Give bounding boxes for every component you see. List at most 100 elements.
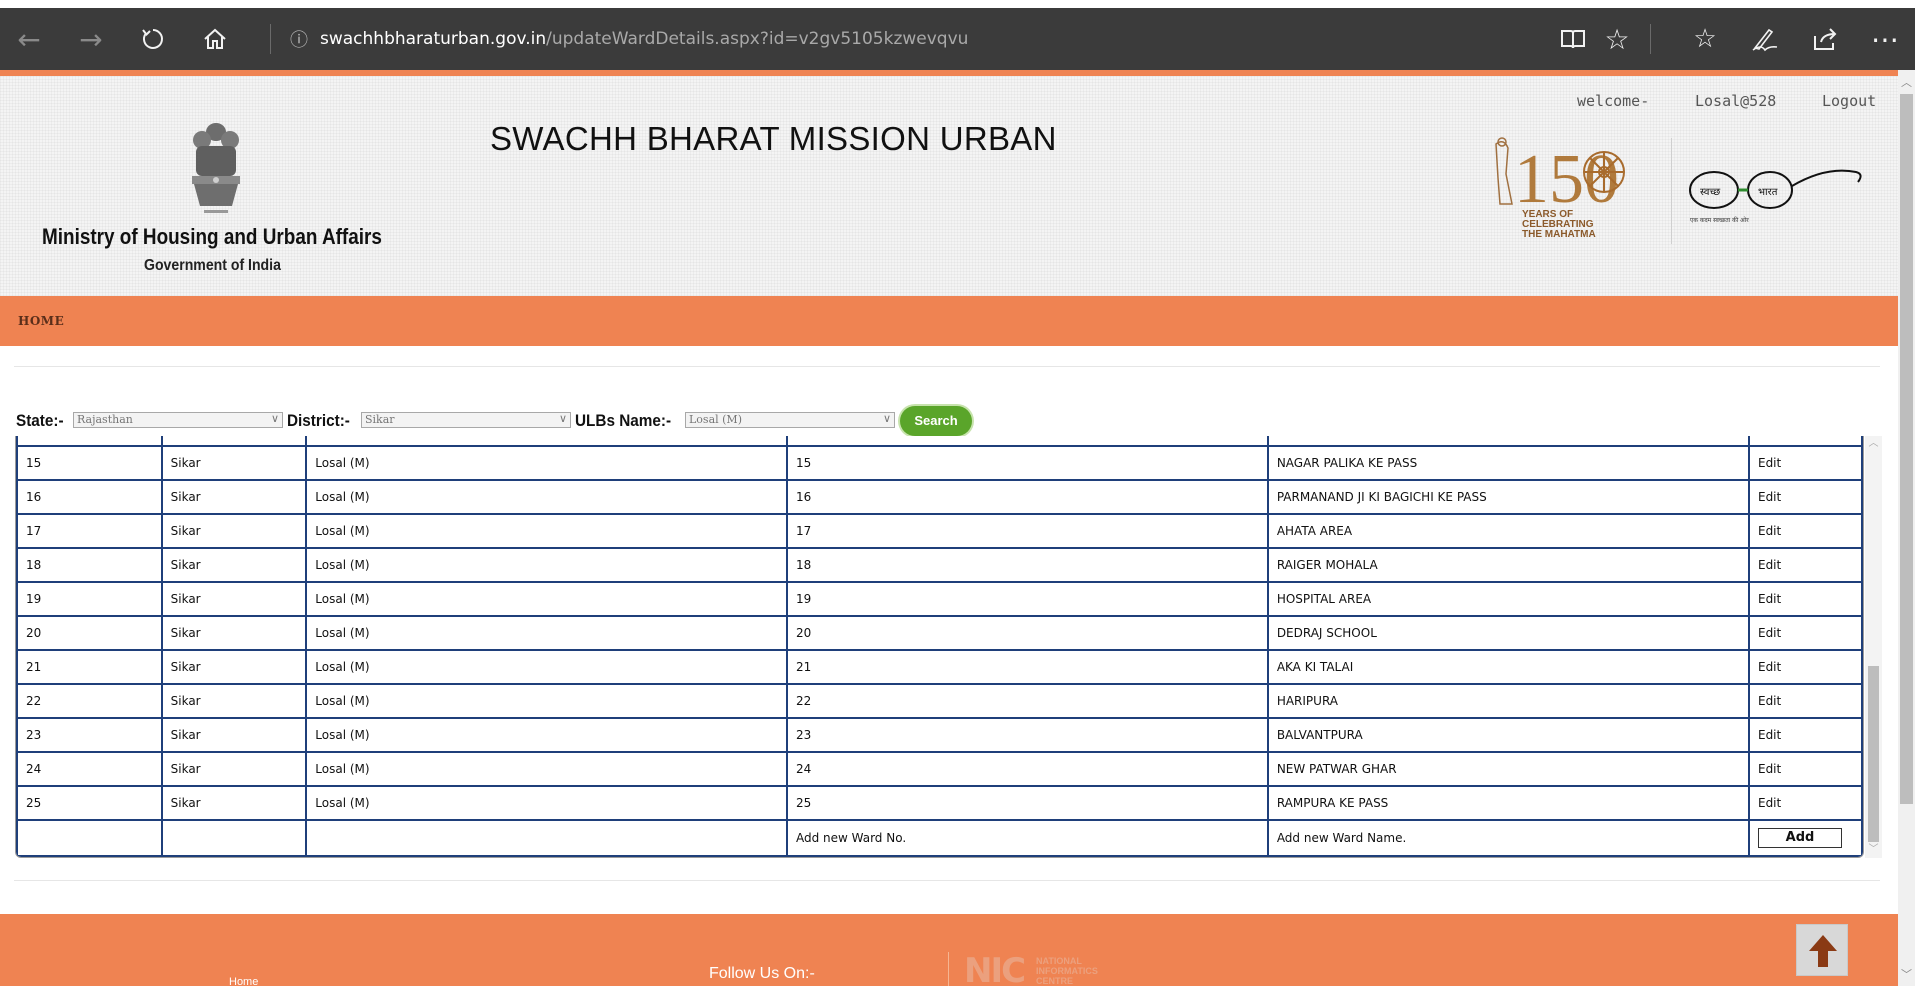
edit-link[interactable]: Edit: [1747, 479, 1863, 515]
new-ward-name-input[interactable]: Add new Ward Name.: [1266, 819, 1750, 857]
district-cell: Sikar: [160, 513, 308, 549]
share-icon[interactable]: [1808, 22, 1842, 56]
username-link[interactable]: Losal@528: [1695, 92, 1776, 110]
search-button[interactable]: Search: [900, 406, 972, 436]
favorites-list-icon[interactable]: ☆: [1688, 22, 1722, 56]
table-row: 17 Sikar Losal (M) 17 AHATA AREA Edit: [16, 513, 1863, 549]
grid-scroll-down-arrow[interactable]: ﹀: [1865, 842, 1882, 858]
info-icon[interactable]: ⓘ: [290, 26, 308, 52]
refresh-icon[interactable]: [136, 22, 170, 56]
edit-link[interactable]: Edit: [1747, 581, 1863, 617]
ward-serial-cell: 25: [16, 785, 163, 821]
ward-number-cell: 18: [785, 547, 1269, 583]
ward-grid: 15 Sikar Losal (M) 15 NAGAR PALIKA KE PASS Ed…: [15, 436, 1895, 858]
ward-name-cell: BALVANTPURA: [1266, 717, 1750, 753]
ward-name-cell: RAIGER MOHALA: [1266, 547, 1750, 583]
ulb-select[interactable]: Losal (M) ∨: [685, 412, 895, 428]
toolbar-separator: [270, 24, 271, 54]
address-bar[interactable]: ⓘ swachhbharaturban.gov.in/updateWardDet…: [290, 26, 968, 52]
ulb-select-value: Losal (M): [689, 413, 742, 426]
ulb-cell: Losal (M): [305, 751, 788, 787]
grid-scrollbar-thumb[interactable]: [1868, 666, 1879, 842]
state-select-value: Rajasthan: [77, 413, 133, 426]
table-row-partial: [16, 436, 1863, 447]
gandhi-150-logo: 150 YEARS OF CELEBRATING THE MAHATMA: [1486, 134, 1636, 244]
ulb-cell: Losal (M): [305, 547, 788, 583]
table-row: 15 Sikar Losal (M) 15 NAGAR PALIKA KE PASS Ed…: [16, 445, 1863, 481]
page-scrollbar[interactable]: ︿ ﹀: [1898, 70, 1915, 986]
forward-icon[interactable]: →: [74, 22, 108, 56]
favorite-star-icon[interactable]: ☆: [1600, 22, 1634, 56]
table-cell: [1266, 436, 1750, 447]
more-icon[interactable]: ⋯: [1868, 22, 1902, 56]
grid-scroll-up-arrow[interactable]: ︿: [1865, 436, 1882, 452]
edit-link[interactable]: Edit: [1747, 751, 1863, 787]
site-footer: Home Follow Us On:- NIC NATIONAL INFORMA…: [0, 914, 1898, 986]
add-ward-button[interactable]: Add: [1757, 828, 1842, 848]
district-cell: Sikar: [160, 581, 308, 617]
edit-link[interactable]: Edit: [1747, 649, 1863, 685]
ward-serial-cell: 15: [16, 445, 163, 481]
ward-serial-cell: 20: [16, 615, 163, 651]
nic-logo-caption: NATIONAL INFORMATICS CENTRE: [1036, 956, 1098, 986]
national-emblem-icon: [192, 123, 240, 213]
edit-link[interactable]: Edit: [1747, 785, 1863, 821]
divider-bottom: [14, 880, 1880, 881]
back-to-top-button[interactable]: [1796, 924, 1848, 976]
ulb-cell: Losal (M): [305, 513, 788, 549]
divider-top: [14, 366, 1880, 367]
ulb-cell: Losal (M): [305, 581, 788, 617]
ward-number-cell: 16: [785, 479, 1269, 515]
add-ward-row: Add new Ward No. Add new Ward Name. Add: [16, 819, 1863, 857]
back-icon[interactable]: ←: [12, 22, 46, 56]
scroll-up-arrow[interactable]: ︿: [1898, 74, 1915, 92]
ward-serial-cell: 22: [16, 683, 163, 719]
table-row: 25 Sikar Losal (M) 25 RAMPURA KE PASS Edit: [16, 785, 1863, 821]
footer-home-link[interactable]: Home: [229, 976, 258, 986]
district-cell: Sikar: [160, 547, 308, 583]
ward-serial-cell: 16: [16, 479, 163, 515]
ward-name-cell: AKA KI TALAI: [1266, 649, 1750, 685]
chevron-down-icon: ∨: [558, 412, 567, 425]
ward-number-cell: 23: [785, 717, 1269, 753]
edit-link[interactable]: Edit: [1747, 615, 1863, 651]
ulb-cell: Losal (M): [305, 479, 788, 515]
ward-name-cell: RAMPURA KE PASS: [1266, 785, 1750, 821]
district-cell: Sikar: [160, 717, 308, 753]
state-label: State:-: [16, 411, 64, 430]
pen-icon[interactable]: [1748, 22, 1782, 56]
edit-link[interactable]: Edit: [1747, 445, 1863, 481]
ulb-label: ULBs Name:-: [575, 411, 672, 430]
edit-link[interactable]: Edit: [1747, 683, 1863, 719]
table-cell: [305, 819, 788, 857]
ward-serial-cell: 17: [16, 513, 163, 549]
edit-link[interactable]: Edit: [1747, 513, 1863, 549]
table-row: 24 Sikar Losal (M) 24 NEW PATWAR GHAR Edit: [16, 751, 1863, 787]
scroll-down-arrow[interactable]: ﹀: [1898, 966, 1915, 984]
government-name: Government of India: [144, 257, 281, 274]
edit-link[interactable]: Edit: [1747, 547, 1863, 583]
edit-link[interactable]: Edit: [1747, 717, 1863, 753]
ward-serial-cell: 23: [16, 717, 163, 753]
reading-view-icon[interactable]: [1556, 22, 1590, 56]
site-header: Ministry of Housing and Urban Affairs Go…: [0, 76, 1898, 296]
ward-grid-box: 15 Sikar Losal (M) 15 NAGAR PALIKA KE PASS Ed…: [15, 436, 1864, 858]
ward-number-cell: 15: [785, 445, 1269, 481]
district-select[interactable]: Sikar ∨: [361, 412, 571, 428]
district-cell: Sikar: [160, 751, 308, 787]
nav-home-link[interactable]: HOME: [18, 314, 64, 328]
ulb-cell: Losal (M): [305, 683, 788, 719]
nic-line-1: NATIONAL: [1036, 956, 1082, 966]
logout-link[interactable]: Logout: [1822, 92, 1876, 110]
nic-logo: NIC NATIONAL INFORMATICS CENTRE: [964, 954, 1134, 986]
sbm-right-text: भारत: [1758, 187, 1778, 198]
grid-scrollbar[interactable]: ︿ ﹀: [1865, 436, 1882, 858]
page-scrollbar-thumb[interactable]: [1900, 94, 1913, 804]
follow-us-label: Follow Us On:-: [709, 965, 815, 982]
home-icon[interactable]: [198, 22, 232, 56]
ward-number-cell: 19: [785, 581, 1269, 617]
ward-name-cell: AHATA AREA: [1266, 513, 1750, 549]
state-select[interactable]: Rajasthan ∨: [73, 412, 283, 428]
ulb-cell: Losal (M): [305, 649, 788, 685]
new-ward-number-input[interactable]: Add new Ward No.: [785, 819, 1269, 857]
